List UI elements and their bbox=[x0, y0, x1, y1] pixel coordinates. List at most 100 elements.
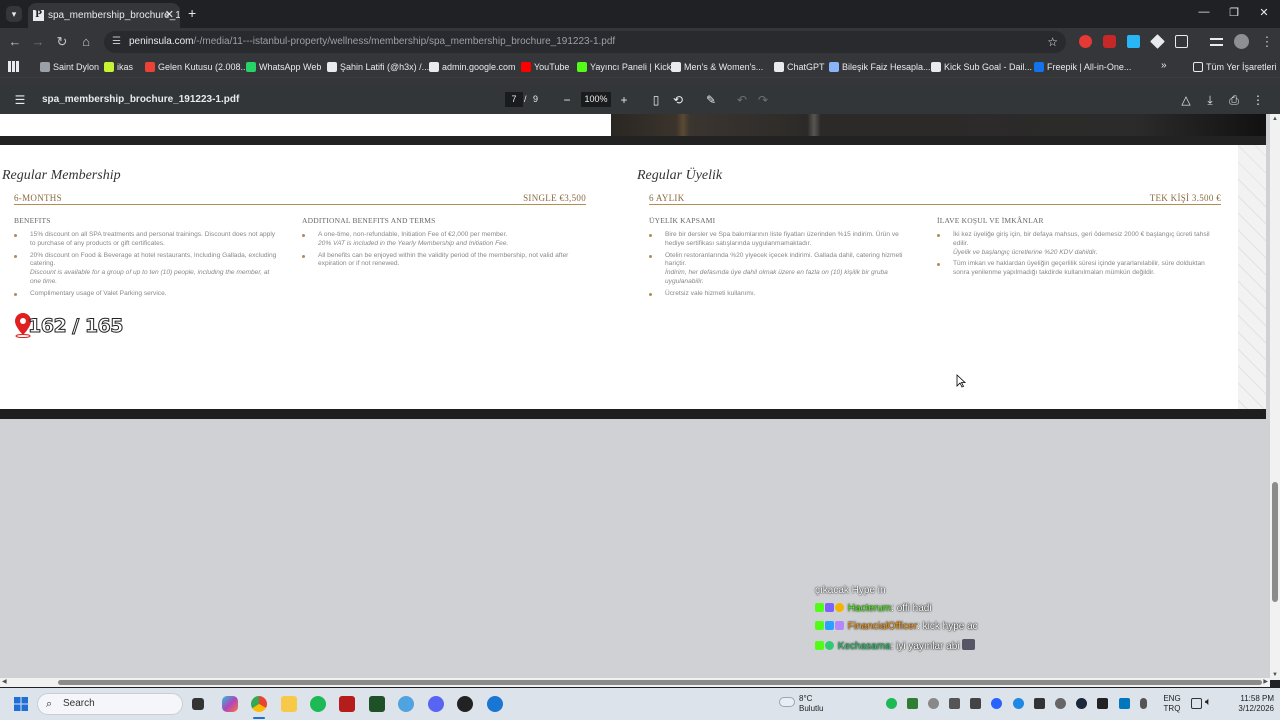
profile-avatar[interactable] bbox=[1234, 34, 1249, 49]
tab-active[interactable]: P spa_membership_brochure_191 ✕ bbox=[28, 3, 180, 28]
microphone-icon[interactable] bbox=[1140, 698, 1147, 709]
bookmark-item[interactable]: Bileşik Faiz Hesapla... bbox=[829, 56, 931, 78]
undo-icon[interactable]: ↶ bbox=[734, 92, 750, 108]
bookmark-item[interactable]: Freepik | All-in-One... bbox=[1034, 56, 1131, 78]
tray-network-icon[interactable] bbox=[1119, 698, 1130, 709]
weather-desc: Bulutlu bbox=[799, 704, 824, 713]
app-blue-icon[interactable] bbox=[487, 696, 503, 712]
annotate-icon[interactable]: ✎ bbox=[703, 92, 719, 108]
chrome-menu-icon[interactable]: ⋮ bbox=[1258, 34, 1276, 50]
tray-disc-icon[interactable] bbox=[1055, 698, 1066, 709]
extensions-puzzle-icon[interactable] bbox=[1175, 35, 1188, 48]
scroll-right-icon[interactable]: ▶ bbox=[1263, 678, 1268, 685]
clock-date[interactable]: 3/12/2026 bbox=[1224, 704, 1274, 714]
minimize-icon[interactable]: — bbox=[1194, 6, 1214, 18]
zoom-in-icon[interactable]: + bbox=[616, 92, 632, 108]
tray-app2-icon[interactable] bbox=[991, 698, 1002, 709]
apps-grid-icon[interactable] bbox=[8, 61, 19, 72]
tray-pen-icon[interactable] bbox=[949, 698, 960, 709]
tab-search-button[interactable]: ▾ bbox=[6, 6, 22, 22]
discord-icon[interactable] bbox=[428, 696, 444, 712]
bookmark-item[interactable]: Men's & Women's... bbox=[671, 56, 763, 78]
all-bookmarks-folder[interactable]: Tüm Yer İşaretleri bbox=[1193, 56, 1277, 78]
clock-time[interactable]: 11:58 PM bbox=[1224, 694, 1274, 704]
tray-green-icon[interactable] bbox=[886, 698, 897, 709]
address-bar[interactable]: ☰ peninsula.com/-/media/11---istanbul-pr… bbox=[104, 31, 1066, 53]
vertical-scrollbar[interactable]: ▲ ▼ bbox=[1270, 114, 1280, 680]
tray-steam-icon[interactable] bbox=[1076, 698, 1087, 709]
redo-icon[interactable]: ↷ bbox=[755, 92, 771, 108]
more-bookmarks-icon[interactable]: » bbox=[1161, 60, 1167, 71]
app-green-icon[interactable] bbox=[369, 696, 385, 712]
bookmark-item[interactable]: YouTube bbox=[521, 56, 569, 78]
bookmark-star-icon[interactable]: ☆ bbox=[1047, 31, 1058, 53]
bookmark-item[interactable]: Kick Sub Goal - Dail... bbox=[931, 56, 1032, 78]
bookmark-item[interactable]: ChatGPT bbox=[774, 56, 825, 78]
forward-icon[interactable]: → bbox=[29, 34, 47, 50]
pdf-viewport[interactable]: Regular Membership 6-MONTHS SINGLE €3,50… bbox=[0, 114, 1270, 680]
close-window-icon[interactable]: ✕ bbox=[1254, 6, 1274, 19]
home-icon[interactable]: ⌂ bbox=[77, 34, 95, 50]
save-to-drive-icon[interactable]: △ bbox=[1178, 92, 1194, 108]
tray-app-icon[interactable] bbox=[970, 698, 981, 709]
chrome-taskbar-icon[interactable] bbox=[251, 696, 267, 712]
language-indicator[interactable]: ENG bbox=[1160, 694, 1184, 704]
tray-close-icon[interactable] bbox=[1097, 698, 1108, 709]
scroll-down-icon[interactable]: ▼ bbox=[1272, 672, 1278, 678]
taskbar-search-box[interactable]: ⌕ Search bbox=[37, 693, 183, 715]
app-dark-icon[interactable] bbox=[457, 696, 473, 712]
task-view-icon[interactable] bbox=[192, 698, 204, 710]
bookmark-item[interactable]: Yayıncı Paneli | Kick bbox=[577, 56, 671, 78]
extension-shield-icon[interactable] bbox=[1103, 35, 1116, 48]
chat-username: Kechasama bbox=[837, 641, 891, 652]
chat-message: çıkacak Hype in bbox=[815, 585, 886, 596]
turkish-additional-head: İLAVE KOŞUL VE İMKÂNLAR bbox=[937, 216, 1044, 225]
page-number-input[interactable]: 7 bbox=[505, 92, 523, 107]
app-gear-icon[interactable] bbox=[398, 696, 414, 712]
tray-x-icon[interactable] bbox=[1034, 698, 1045, 709]
rotate-icon[interactable]: ⟲ bbox=[670, 92, 686, 108]
bookmark-item[interactable]: admin.google.com bbox=[429, 56, 516, 78]
pdf-toolbar: ☰ spa_membership_brochure_191223-1.pdf 7… bbox=[0, 86, 1280, 114]
scroll-up-icon[interactable]: ▲ bbox=[1272, 116, 1278, 122]
site-info-icon[interactable]: ☰ bbox=[112, 31, 121, 53]
print-icon[interactable]: ⎙ bbox=[1226, 92, 1242, 108]
tray-edge-icon[interactable] bbox=[1013, 698, 1024, 709]
extension-diamond-icon[interactable] bbox=[1150, 34, 1165, 49]
horizontal-scroll-thumb[interactable] bbox=[58, 680, 1262, 685]
reload-icon[interactable]: ↻ bbox=[53, 34, 71, 50]
bookmark-item[interactable]: Gelen Kutusu (2.008... bbox=[145, 56, 248, 78]
keyboard-layout[interactable]: TRQ bbox=[1160, 704, 1184, 714]
restore-icon[interactable]: ❐ bbox=[1224, 6, 1244, 19]
more-actions-icon[interactable]: ⋮ bbox=[1250, 92, 1266, 108]
sidebar-menu-icon[interactable]: ☰ bbox=[12, 92, 28, 108]
spotify-icon[interactable] bbox=[310, 696, 326, 712]
copilot-icon[interactable] bbox=[222, 696, 238, 712]
new-tab-button[interactable]: + bbox=[188, 5, 196, 21]
english-duration: 6-MONTHS bbox=[14, 193, 62, 203]
monitor-icon[interactable] bbox=[1191, 698, 1202, 709]
scroll-left-icon[interactable]: ◀ bbox=[2, 678, 7, 685]
app-red-icon[interactable] bbox=[339, 696, 355, 712]
bookmark-item[interactable]: Şahin Latifi (@h3x) /... bbox=[327, 56, 429, 78]
close-tab-icon[interactable]: ✕ bbox=[165, 3, 174, 28]
tray-chrome-icon[interactable] bbox=[928, 698, 939, 709]
decorative-pattern bbox=[1238, 145, 1266, 409]
bookmark-item[interactable]: WhatsApp Web bbox=[246, 56, 321, 78]
back-icon[interactable]: ← bbox=[6, 34, 24, 50]
bookmark-item[interactable]: ikas bbox=[104, 56, 133, 78]
download-icon[interactable]: ⤓ bbox=[1202, 92, 1218, 108]
bookmark-item[interactable]: Saint Dylon bbox=[40, 56, 99, 78]
tray-nvidia-icon[interactable] bbox=[907, 698, 918, 709]
zoom-out-icon[interactable]: − bbox=[559, 92, 575, 108]
vertical-scroll-thumb[interactable] bbox=[1272, 482, 1278, 602]
extension-7tv-icon[interactable] bbox=[1127, 35, 1140, 48]
fit-page-icon[interactable]: ▯ bbox=[648, 92, 664, 108]
zoom-level-input[interactable]: 100% bbox=[581, 92, 611, 107]
extension-red-icon[interactable] bbox=[1079, 35, 1092, 48]
reading-list-icon[interactable] bbox=[1210, 38, 1223, 46]
horizontal-scrollbar[interactable]: ◀ ▶ bbox=[0, 678, 1270, 687]
windows-start-icon[interactable] bbox=[14, 697, 28, 711]
file-explorer-icon[interactable] bbox=[281, 696, 297, 712]
volume-icon[interactable]: 🔈︎ bbox=[1205, 697, 1212, 708]
